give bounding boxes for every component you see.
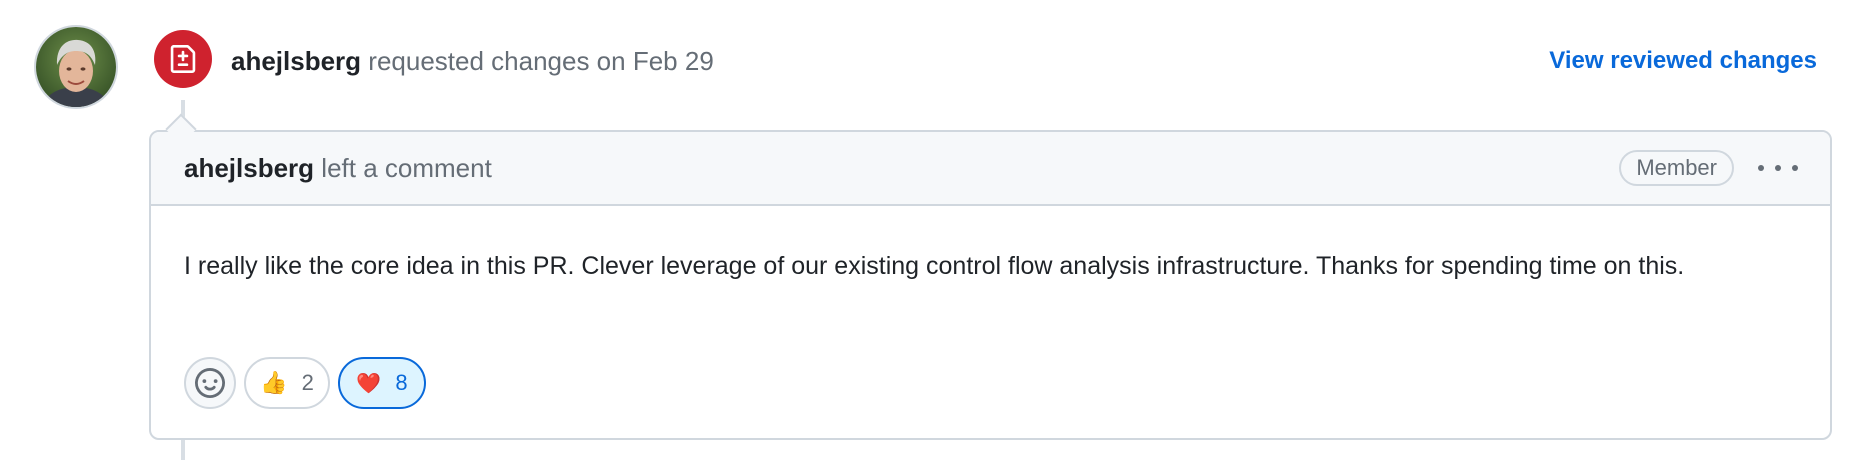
thumbs-up-icon: 👍	[260, 370, 288, 395]
add-reaction-button[interactable]	[184, 357, 236, 409]
member-badge: Member	[1619, 150, 1734, 186]
review-author-link[interactable]: ahejlsberg	[231, 46, 361, 76]
view-reviewed-changes-link[interactable]: View reviewed changes	[1549, 45, 1817, 77]
reaction-heart[interactable]: ❤️ 8	[338, 357, 426, 409]
avatar[interactable]	[34, 25, 118, 109]
comment-action-text: left a comment	[321, 153, 492, 183]
review-header: ahejlsberg requested changes on Feb 29	[231, 43, 714, 79]
changes-requested-badge	[154, 30, 212, 88]
review-action-text: requested changes on Feb 29	[368, 46, 714, 76]
smiley-icon	[195, 368, 225, 398]
kebab-dot	[1758, 165, 1764, 171]
comment-header-text: ahejlsberg left a comment	[184, 150, 492, 186]
comment-header: ahejlsberg left a comment Member	[151, 132, 1830, 206]
file-diff-icon	[170, 45, 196, 73]
reaction-thumbs-up[interactable]: 👍 2	[244, 357, 330, 409]
kebab-dot	[1792, 165, 1798, 171]
reactions-bar: 👍 2 ❤️ 8	[184, 357, 426, 409]
kebab-dot	[1775, 165, 1781, 171]
avatar-image	[36, 27, 116, 107]
comment-body: I really like the core idea in this PR. …	[184, 252, 1685, 280]
heart-icon: ❤️	[356, 372, 382, 395]
kebab-horizontal-icon[interactable]	[1758, 154, 1798, 182]
comment-author-link[interactable]: ahejlsberg	[184, 153, 314, 183]
reaction-count: 8	[395, 370, 408, 395]
reaction-count: 2	[301, 370, 314, 395]
review-comment: ahejlsberg left a comment Member I reall…	[149, 130, 1832, 440]
